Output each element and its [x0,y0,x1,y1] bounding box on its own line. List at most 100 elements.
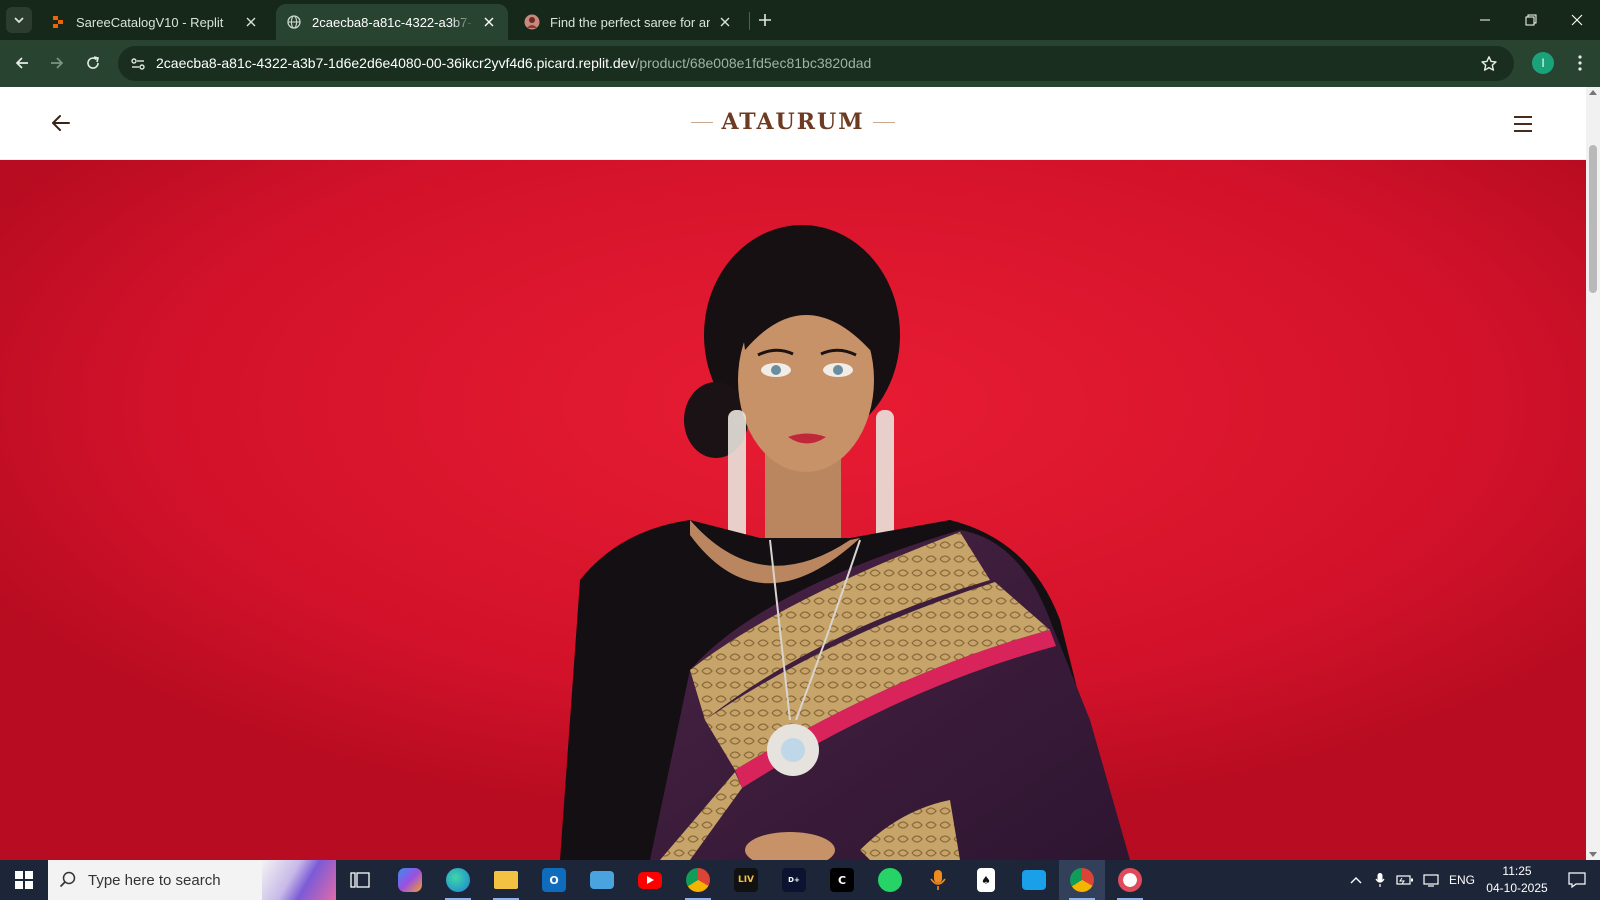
close-icon [1571,14,1583,26]
c-app-icon: C [830,868,854,892]
battery-icon [1396,875,1413,885]
browser-menu-icon[interactable] [1568,51,1592,75]
forward-button[interactable] [43,49,71,77]
whatsapp-icon [878,868,902,892]
scroll-up-arrow[interactable] [1589,90,1597,95]
file-explorer-app[interactable] [483,860,529,900]
restore-button[interactable] [1508,0,1554,40]
youtube-icon [638,871,662,889]
scrollbar-thumb[interactable] [1589,145,1597,293]
edge-app[interactable] [435,860,481,900]
plus-icon [759,14,771,26]
remote-app[interactable] [1011,860,1057,900]
notification-button[interactable] [1554,860,1600,900]
cloud-app[interactable] [1107,860,1153,900]
search-icon [48,871,88,889]
arrow-right-icon [51,57,64,69]
copilot-app[interactable] [387,860,433,900]
clock-time: 11:25 [1502,864,1532,878]
page-scrollbar[interactable] [1586,87,1600,860]
close-icon[interactable] [716,13,734,31]
url-path: /product/68e008e1fd5ec81bc3820dad [635,55,872,71]
saree-site-icon [524,14,540,30]
hotstar-icon: D+ [782,868,806,892]
close-window-button[interactable] [1554,0,1600,40]
tab-search-button[interactable] [6,7,32,33]
voice-recorder-app[interactable] [915,860,961,900]
network-icon [1423,874,1439,887]
chrome-profile-app[interactable] [675,860,721,900]
address-bar[interactable]: 2caecba8-a81c-4322-a3b7-1d6e2d6e4080-00-… [118,46,1514,81]
whatsapp-app[interactable] [867,860,913,900]
minimize-button[interactable] [1462,0,1508,40]
remote-desktop-icon [1022,870,1046,890]
outlook-app[interactable]: O [531,860,577,900]
tab-title: 2caecba8-a81c-4322-a3b7-1d6 [312,14,474,30]
clock-date: 04-10-2025 [1486,881,1548,895]
page-viewport: ATAURUM [0,87,1586,860]
chevron-down-icon [14,17,24,24]
start-button[interactable] [0,860,48,900]
notification-icon [1568,872,1586,888]
hamburger-menu-icon[interactable] [1510,111,1536,137]
tab-replit[interactable]: SareeCatalogV10 - Replit [40,4,270,40]
control-panel-app[interactable] [579,860,625,900]
profile-avatar[interactable]: I [1532,52,1554,74]
reload-icon [87,56,99,69]
saree-model-illustration [0,160,1586,860]
restore-icon [1525,14,1537,26]
app-c[interactable]: C [819,860,865,900]
cloud-icon [1118,868,1142,892]
outlook-icon: O [542,868,566,892]
battery-tray[interactable] [1392,860,1418,900]
site-header: ATAURUM [0,87,1586,160]
brand-logo[interactable]: ATAURUM [0,109,1586,135]
bookmark-star-icon[interactable] [1478,53,1500,75]
tab-title: Find the perfect saree for any o [550,14,710,30]
microphone-tray[interactable] [1368,860,1392,900]
globe-icon [286,14,302,30]
close-icon[interactable] [480,13,498,31]
youtube-app[interactable] [627,860,673,900]
search-placeholder: Type here to search [88,871,221,889]
microphone-icon [930,870,946,890]
clock[interactable]: 11:25 04-10-2025 [1480,863,1554,897]
taskbar-search[interactable]: Type here to search [48,860,336,900]
site-info-icon[interactable] [126,52,150,76]
scroll-down-arrow[interactable] [1589,852,1597,857]
task-view-button[interactable] [337,860,383,900]
show-hidden-icons[interactable] [1344,860,1368,900]
edge-icon [446,868,470,892]
back-button[interactable] [8,49,36,77]
tab-title: SareeCatalogV10 - Replit [76,14,224,30]
tab-saree-site[interactable]: Find the perfect saree for any o [514,4,744,40]
product-hero-image [0,160,1586,860]
brand-line-left [691,121,714,123]
windows-icon [15,871,33,889]
reload-button[interactable] [79,49,107,77]
windows-taskbar: Type here to search O LIV D+ C ♠ ENG 11:… [0,860,1600,900]
chrome-icon [1070,868,1094,892]
chrome-app[interactable] [1059,860,1105,900]
search-highlight-art [262,860,336,900]
microphone-icon [1375,873,1385,887]
browser-toolbar: 2caecba8-a81c-4322-a3b7-1d6e2d6e4080-00-… [0,40,1600,87]
minimize-icon [1480,19,1490,21]
network-tray[interactable] [1418,860,1444,900]
control-panel-icon [590,871,614,889]
solitaire-app[interactable]: ♠ [963,860,1009,900]
sony-liv-app[interactable]: LIV [723,860,769,900]
screen: SareeCatalogV10 - Replit 2caecba8-a81c-4… [0,0,1600,900]
brand-name: ATAURUM [721,109,865,135]
url-host: 2caecba8-a81c-4322-a3b7-1d6e2d6e4080-00-… [156,55,636,71]
tab-product-page[interactable]: 2caecba8-a81c-4322-a3b7-1d6 [276,4,508,40]
tab-separator [749,12,750,30]
replit-icon [50,14,66,30]
hotstar-app[interactable]: D+ [771,860,817,900]
chevron-up-icon [1350,877,1362,884]
close-icon[interactable] [242,13,260,31]
new-tab-button[interactable] [754,9,776,31]
cards-icon: ♠ [977,868,995,892]
brand-line-right [872,121,895,123]
language-indicator[interactable]: ENG [1444,860,1480,900]
